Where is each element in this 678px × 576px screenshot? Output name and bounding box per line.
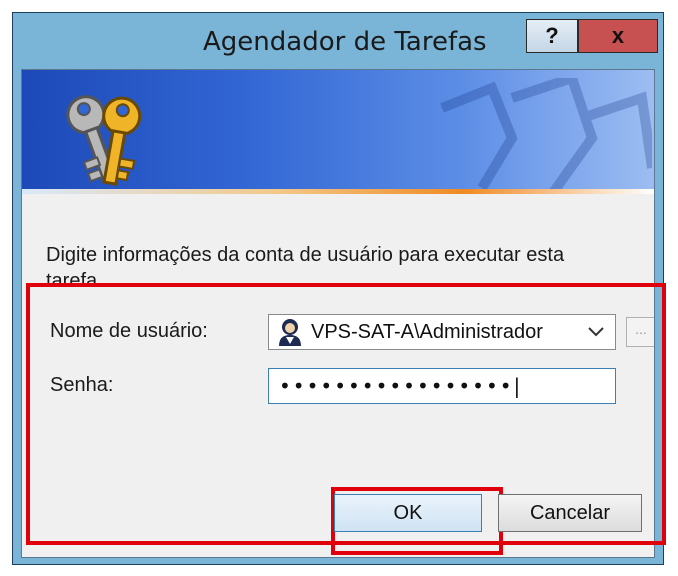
title-bar[interactable]: Agendador de Tarefas ? x (13, 13, 663, 69)
username-combobox[interactable]: VPS-SAT-A\Administrador (268, 314, 616, 350)
dialog-body: Digite informações da conta de usuário p… (21, 69, 655, 558)
chevron-down-icon[interactable] (587, 326, 605, 338)
window-title: Agendador de Tarefas (203, 27, 487, 57)
browse-user-button[interactable]: ... (626, 317, 654, 347)
password-label: Senha: (50, 374, 114, 396)
username-value: VPS-SAT-A\Administrador (311, 320, 543, 343)
dialog-window: Agendador de Tarefas ? x Digite informaç… (12, 12, 664, 565)
ok-button[interactable]: OK (334, 494, 482, 532)
close-button[interactable]: x (578, 19, 658, 53)
banner-accent-line (22, 189, 654, 194)
username-label: Nome de usuário: (50, 320, 208, 342)
instruction-text: Digite informações da conta de usuário p… (46, 244, 565, 292)
cancel-button[interactable]: Cancelar (498, 494, 642, 532)
password-field[interactable]: •••••••••••••••••| (268, 368, 616, 404)
password-masked-value: •••••••••••••••••| (279, 374, 523, 398)
user-icon (279, 319, 301, 346)
help-button[interactable]: ? (526, 19, 578, 53)
header-banner (22, 70, 654, 194)
keys-watermark-icon (440, 78, 652, 194)
keys-icon (66, 95, 142, 186)
